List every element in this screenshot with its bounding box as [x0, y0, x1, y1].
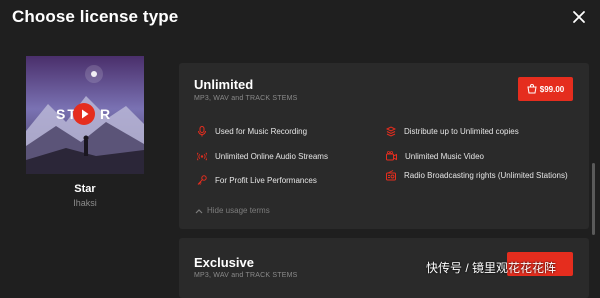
feature-item: Unlimited Online Audio Streams — [197, 151, 328, 162]
feature-item: Distribute up to Unlimited copies — [386, 126, 519, 137]
feature-text: Used for Music Recording — [215, 127, 308, 136]
album-cover[interactable]: ST R — [26, 56, 144, 174]
track-title: Star — [74, 183, 96, 195]
key-icon — [197, 175, 207, 185]
watermark: 快传号 / 镜里观花花花阵 — [426, 261, 557, 275]
broadcast-icon — [197, 152, 207, 161]
hide-usage-terms-toggle[interactable]: Hide usage terms — [195, 206, 270, 215]
radio-icon — [386, 170, 396, 181]
play-button[interactable] — [73, 103, 95, 125]
feature-text: Unlimited Online Audio Streams — [215, 152, 328, 161]
feature-item: Unlimited Music Video — [386, 151, 484, 162]
feature-item: Radio Broadcasting rights (Unlimited Sta… — [386, 170, 576, 181]
chevron-up-icon — [195, 208, 203, 213]
feature-item: Used for Music Recording — [197, 126, 307, 137]
cover-text-right: R — [100, 106, 111, 122]
license-name: Exclusive — [194, 255, 254, 270]
copies-icon — [386, 126, 396, 137]
license-card-unlimited[interactable]: Unlimited MP3, WAV and TRACK STEMS $99.0… — [179, 63, 589, 229]
license-files: MP3, WAV and TRACK STEMS — [194, 272, 298, 279]
track-artist[interactable]: Ihaksi — [26, 198, 144, 208]
buy-unlimited-button[interactable]: $99.00 — [518, 77, 573, 101]
cart-icon — [527, 84, 537, 94]
feature-text: Distribute up to Unlimited copies — [404, 127, 519, 136]
feature-item: For Profit Live Performances — [197, 175, 317, 186]
hide-usage-terms-label: Hide usage terms — [207, 206, 270, 215]
microphone-icon — [198, 126, 206, 137]
scrollbar-thumb[interactable] — [592, 163, 595, 235]
feature-text: For Profit Live Performances — [215, 176, 317, 185]
play-icon — [82, 109, 89, 119]
license-name: Unlimited — [194, 77, 254, 92]
feature-text: Unlimited Music Video — [405, 152, 484, 161]
price-label: $99.00 — [539, 84, 565, 94]
video-camera-icon — [386, 151, 397, 161]
license-files: MP3, WAV and TRACK STEMS — [194, 95, 298, 102]
close-icon[interactable] — [571, 9, 587, 25]
feature-text: Radio Broadcasting rights (Unlimited Sta… — [404, 171, 568, 180]
dialog-title: Choose license type — [12, 7, 179, 26]
